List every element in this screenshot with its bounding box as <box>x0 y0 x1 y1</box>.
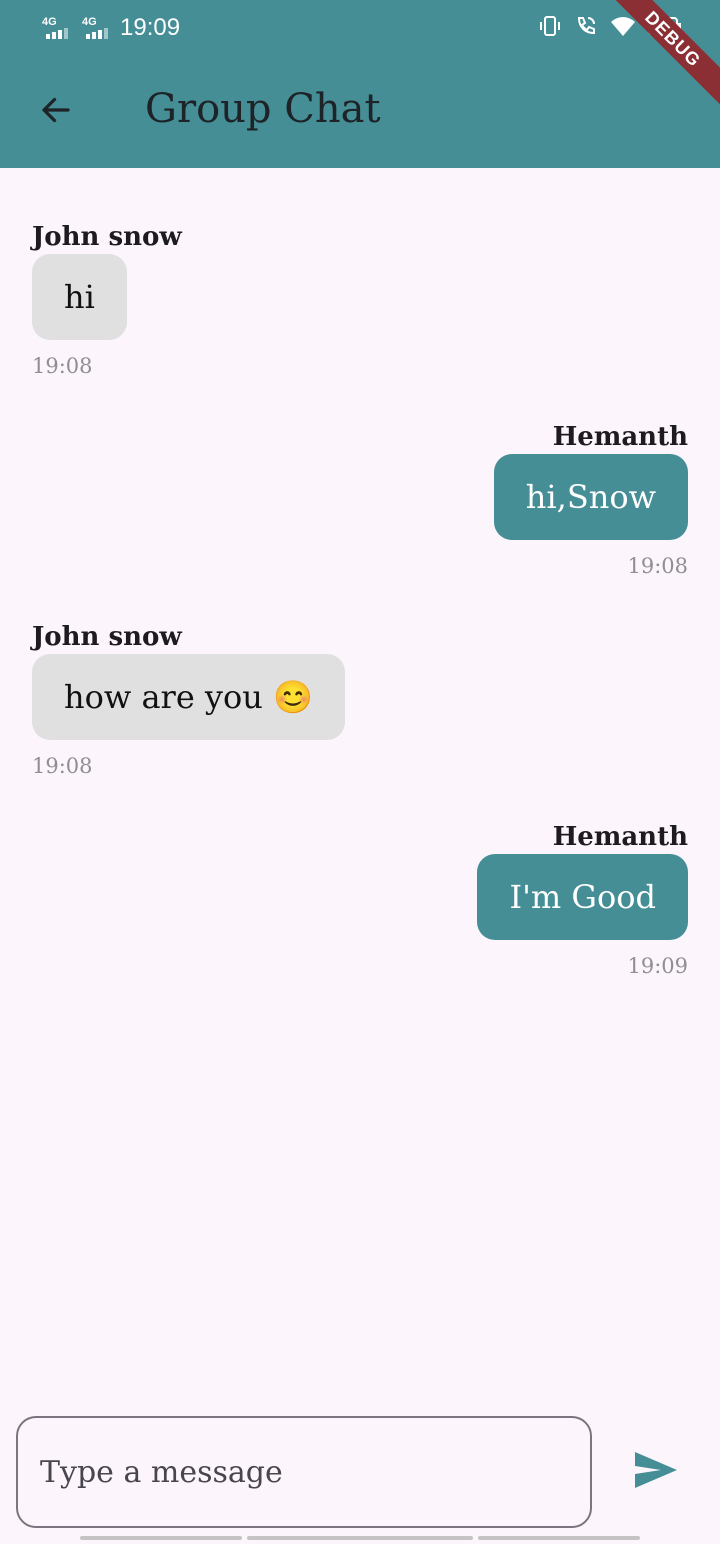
message-bubble[interactable]: how are you 😊 <box>32 654 345 740</box>
message-time: 19:08 <box>32 354 93 378</box>
network-type-label: 4G <box>82 16 97 28</box>
nav-handle <box>478 1536 640 1540</box>
send-button[interactable] <box>630 1448 682 1496</box>
back-button[interactable] <box>30 88 82 136</box>
vibrate-icon <box>538 14 562 38</box>
arrow-left-icon <box>38 92 74 132</box>
message-time: 19:08 <box>32 754 93 778</box>
message-bubble[interactable]: hi <box>32 254 127 340</box>
cell-signal-icon: 4G <box>42 16 74 40</box>
message-time: 19:08 <box>627 554 688 578</box>
cell-signal-icon: 4G <box>82 16 114 40</box>
status-bar: 4G 4G 19:09 <box>0 0 720 56</box>
message-sender: John snow <box>32 622 182 652</box>
message-sender: Hemanth <box>552 822 688 852</box>
message-sender: Hemanth <box>552 422 688 452</box>
app-bar: 4G 4G 19:09 DEBUG Group Chat <box>0 0 720 168</box>
message-item: Hemanth hi,Snow 19:08 <box>32 420 688 578</box>
network-type-label: 4G <box>42 16 57 28</box>
message-composer <box>16 1416 592 1528</box>
send-icon <box>633 1450 679 1494</box>
nav-handle <box>80 1536 242 1540</box>
message-item: Hemanth I'm Good 19:09 <box>32 820 688 978</box>
message-time: 19:09 <box>627 954 688 978</box>
message-input[interactable] <box>40 1418 570 1526</box>
message-sender: John snow <box>32 222 182 252</box>
wifi-call-icon <box>574 14 598 38</box>
message-bubble[interactable]: hi,Snow <box>493 454 688 540</box>
message-item: John snow hi 19:08 <box>32 220 688 378</box>
nav-handle <box>247 1536 473 1540</box>
page-title: Group Chat <box>145 86 381 132</box>
status-time: 19:09 <box>120 14 181 41</box>
message-bubble[interactable]: I'm Good <box>477 854 688 940</box>
message-item: John snow how are you 😊 19:08 <box>32 620 688 778</box>
wifi-icon <box>610 15 636 37</box>
